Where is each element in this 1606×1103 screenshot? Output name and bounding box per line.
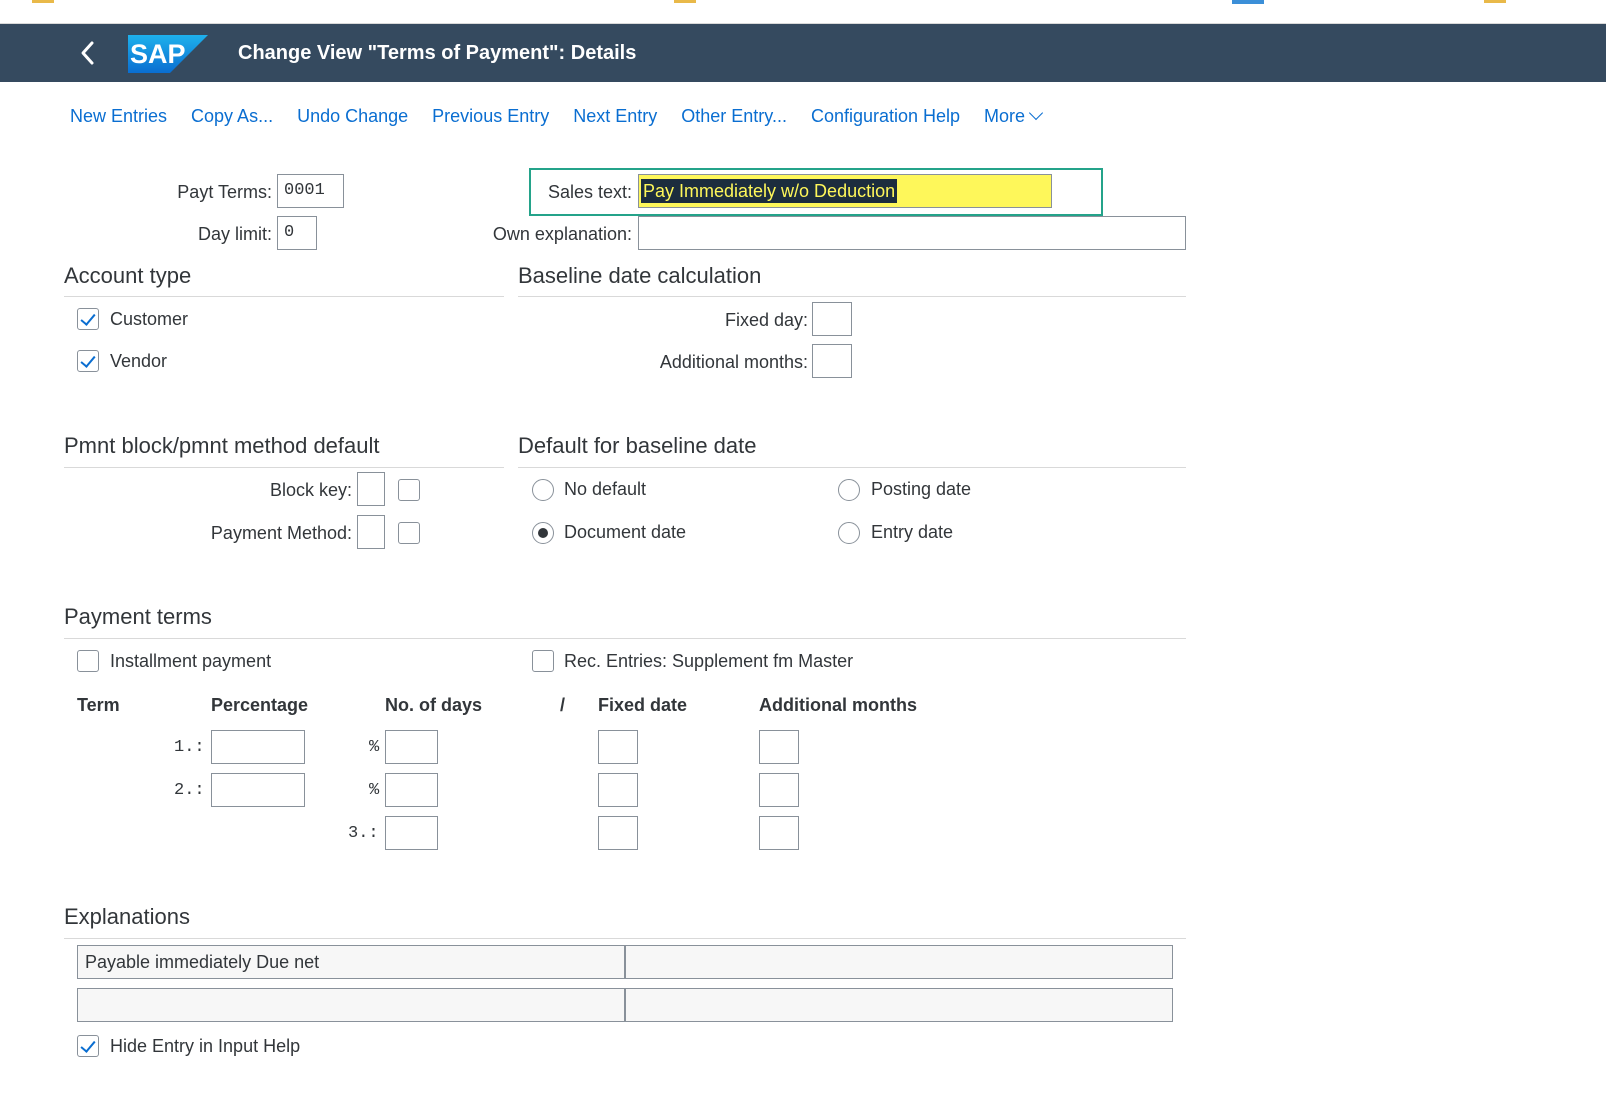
new-entries-button[interactable]: New Entries [58,100,179,132]
block-key-checkbox[interactable] [398,479,420,501]
pmnt-block-heading: Pmnt block/pmnt method default [64,433,380,458]
additional-months-field-1[interactable] [759,730,799,764]
shell-bar: SAP Change View "Terms of Payment": Deta… [0,24,1606,82]
col-days: No. of days [385,695,483,715]
no-default-radio[interactable] [532,479,554,501]
installment-label: Installment payment [110,651,272,671]
fixed-date-field-1[interactable] [598,730,638,764]
entry-date-label: Entry date [871,522,954,542]
document-date-radio[interactable] [532,522,554,544]
percent-sign: % [369,738,380,757]
bookmark-folder-icon[interactable] [32,0,54,3]
divider [518,467,1186,468]
payment-method-label: Payment Method: [210,523,352,543]
block-key-label: Block key: [269,480,352,500]
payment-terms-heading: Payment terms [64,604,212,629]
posting-date-label: Posting date [871,479,972,499]
days-field-1[interactable] [385,730,438,764]
page-title: Change View "Terms of Payment": Details [238,42,637,64]
sales-text-value: Pay Immediately w/o Deduction [641,179,898,203]
fixed-day-label: Fixed day: [724,310,808,330]
payt-terms-label: Payt Terms: [177,182,272,202]
own-explanation-field[interactable] [638,216,1186,250]
fixed-date-field-3[interactable] [598,816,638,850]
vendor-label: Vendor [110,351,168,371]
term-row-label: 2.: [174,781,205,800]
bookmark-folder-icon[interactable] [674,0,696,3]
more-menu-button[interactable]: More [972,100,1053,132]
day-limit-field[interactable]: 0 [277,216,317,250]
bookmark-icon[interactable] [1232,0,1264,4]
col-additional-months: Additional months [759,695,917,715]
baseline-calc-heading: Baseline date calculation [518,263,762,288]
additional-months-field[interactable] [812,344,852,378]
fixed-day-field[interactable] [812,302,852,336]
divider [64,938,1186,939]
installment-checkbox[interactable] [77,650,99,672]
col-slash: / [560,695,566,715]
col-percentage: Percentage [211,695,309,715]
term-row-label: 3.: [348,824,379,843]
explanation-line-1-left: Payable immediately Due net [77,945,625,979]
days-field-3[interactable] [385,816,438,850]
divider [64,467,504,468]
copy-as-button[interactable]: Copy As... [179,100,285,132]
entry-date-radio[interactable] [838,522,860,544]
browser-bookmark-strip [0,0,1606,24]
default-baseline-heading: Default for baseline date [518,433,757,458]
hide-entry-label: Hide Entry in Input Help [110,1036,301,1056]
sap-logo[interactable]: SAP [128,35,208,73]
customer-label: Customer [110,309,189,329]
document-date-label: Document date [564,522,687,542]
toolbar: New Entries Copy As... Undo Change Previ… [58,100,1053,132]
payt-terms-field[interactable]: 0001 [277,174,344,208]
rec-entries-checkbox[interactable] [532,650,554,672]
term-row-label: 1.: [174,738,205,757]
previous-entry-button[interactable]: Previous Entry [420,100,561,132]
additional-months-field-3[interactable] [759,816,799,850]
percentage-field-2[interactable] [211,773,305,807]
fixed-date-field-2[interactable] [598,773,638,807]
logo-text: SAP [130,39,186,69]
additional-months-label: Additional months: [659,352,808,372]
payment-method-checkbox[interactable] [398,522,420,544]
explanation-line-2-right [625,988,1173,1022]
block-key-field[interactable] [357,472,385,506]
next-entry-button[interactable]: Next Entry [561,100,669,132]
col-fixed-date: Fixed date [598,695,688,715]
days-field-2[interactable] [385,773,438,807]
day-limit-label: Day limit: [197,224,272,244]
vendor-checkbox[interactable] [77,350,99,372]
hide-entry-checkbox[interactable] [77,1035,99,1057]
divider [518,296,1186,297]
percent-sign: % [369,781,380,800]
divider [64,296,504,297]
explanations-heading: Explanations [64,904,190,929]
sales-text-label: Sales text: [547,182,632,202]
explanation-line-2-left [77,988,625,1022]
configuration-help-button[interactable]: Configuration Help [799,100,972,132]
explanation-line-1-right [625,945,1173,979]
percentage-field-1[interactable] [211,730,305,764]
chevron-down-icon [1028,105,1044,121]
other-entry-button[interactable]: Other Entry... [669,100,799,132]
col-term: Term [77,695,120,715]
chevron-left-icon[interactable] [70,32,106,74]
divider [64,638,1186,639]
undo-change-button[interactable]: Undo Change [285,100,420,132]
no-default-label: No default [564,479,647,499]
posting-date-radio[interactable] [838,479,860,501]
bookmark-folder-icon[interactable] [1484,0,1506,3]
account-type-heading: Account type [64,263,192,288]
customer-checkbox[interactable] [77,308,99,330]
sales-text-field[interactable]: Pay Immediately w/o Deduction [638,174,1052,208]
additional-months-field-2[interactable] [759,773,799,807]
more-label: More [984,106,1026,126]
payment-method-field[interactable] [357,515,385,549]
own-explanation-label: Own explanation: [492,224,632,244]
rec-entries-label: Rec. Entries: Supplement fm Master [564,651,854,671]
